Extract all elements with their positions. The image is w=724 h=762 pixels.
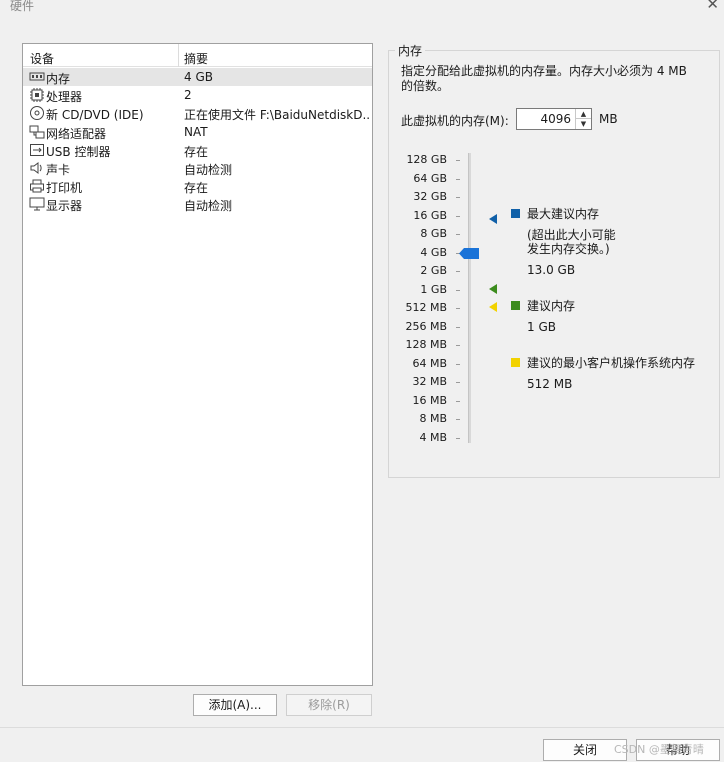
device-summary: 存在 <box>184 144 209 159</box>
scale-tick-label: 512 MB <box>405 301 447 314</box>
scale-tick-label: 8 GB <box>420 227 447 240</box>
device-row-memory[interactable]: 内存 4 GB <box>23 68 372 87</box>
device-name: 内存 <box>46 72 71 86</box>
minimum-marker-icon <box>489 302 497 312</box>
recommended-marker-icon <box>489 284 497 294</box>
column-header-summary[interactable]: 摘要 <box>184 50 208 67</box>
device-row-usb[interactable]: USB 控制器 存在 <box>23 141 372 159</box>
max-legend-swatch-icon <box>511 209 520 218</box>
printer-icon <box>30 179 44 193</box>
monitor-icon <box>29 197 45 211</box>
minimum-legend-title: 建议的最小客户机操作系统内存 <box>527 356 696 370</box>
device-row-cpu[interactable]: 处理器 2 <box>23 86 372 104</box>
scale-tick-mark <box>456 215 460 217</box>
scale-tick-label: 4 GB <box>420 245 447 259</box>
scale-tick-mark <box>456 160 460 161</box>
device-summary: 存在 <box>184 181 209 196</box>
memory-value[interactable]: 4096 <box>540 112 571 126</box>
scale-tick-mark <box>456 400 460 402</box>
add-button[interactable]: 添加(A)... <box>193 694 277 716</box>
device-summary: 自动检测 <box>184 199 233 214</box>
scale-tick-mark <box>456 382 460 383</box>
column-header-device[interactable]: 设备 <box>30 50 54 67</box>
cd-icon <box>30 106 44 121</box>
memory-group-title: 内存 <box>395 42 426 59</box>
max-legend-note: (超出此大小可能 <box>527 228 616 242</box>
scale-tick-mark <box>456 437 460 439</box>
memory-icon <box>29 72 45 81</box>
scale-tick-mark <box>456 308 460 309</box>
scale-tick-label: 16 MB <box>412 393 447 407</box>
scale-tick-label: 32 GB <box>413 190 447 203</box>
recommended-legend-title: 建议内存 <box>527 299 576 313</box>
remove-button[interactable]: 移除(R) <box>286 694 372 716</box>
scale-tick-mark <box>456 271 460 272</box>
close-icon[interactable]: ✕ <box>706 0 719 13</box>
scale-tick-label: 4 MB <box>419 430 447 444</box>
device-name: 网络适配器 <box>46 126 107 141</box>
max-legend-title: 最大建议内存 <box>527 207 600 221</box>
device-list: 设备 摘要 内存 4 GB 处理器 2 新 CD/DVD (IDE) 正在使用文… <box>22 43 373 686</box>
device-name: 声卡 <box>46 162 71 177</box>
device-list-header: 设备 摘要 <box>23 44 372 67</box>
scale-tick-mark <box>456 234 460 235</box>
scale-tick-label: 16 GB <box>413 208 447 222</box>
scale-tick-label: 64 MB <box>412 356 447 370</box>
memory-slider-thumb[interactable] <box>459 248 479 259</box>
memory-unit: MB <box>599 112 618 126</box>
cpu-icon <box>30 88 44 103</box>
scale-tick-mark <box>456 178 460 180</box>
scale-tick-label: 128 GB <box>406 153 447 166</box>
device-summary: 2 <box>184 88 192 103</box>
scale-tick-mark <box>456 326 460 328</box>
scale-tick-label: 8 MB <box>419 412 447 425</box>
device-row-display[interactable]: 显示器 自动检测 <box>23 195 372 213</box>
scale-tick-mark <box>456 197 460 198</box>
network-icon <box>29 125 45 139</box>
memory-spinbox[interactable]: 4096 ▲ ▼ <box>516 108 592 130</box>
device-name: 处理器 <box>46 90 83 105</box>
device-name: 显示器 <box>46 199 83 214</box>
memory-slider-track[interactable] <box>468 153 471 443</box>
device-name: USB 控制器 <box>46 144 111 159</box>
memory-description: 指定分配给此虚拟机的内存量。内存大小必须为 4 MB 的倍数。 <box>401 64 687 93</box>
device-summary: NAT <box>184 124 208 139</box>
scale-tick-label: 2 GB <box>420 264 447 277</box>
max-recommended-marker-icon <box>489 214 497 224</box>
max-legend-value: 13.0 GB <box>527 263 576 277</box>
scale-tick-mark <box>456 363 460 365</box>
usb-icon <box>30 143 44 156</box>
max-legend-note: 发生内存交换。) <box>527 242 610 256</box>
scale-tick-mark <box>456 419 460 420</box>
device-name: 新 CD/DVD (IDE) <box>46 108 144 123</box>
device-row-printer[interactable]: 打印机 存在 <box>23 177 372 195</box>
minimum-legend-swatch-icon <box>511 358 520 367</box>
scale-tick-label: 256 MB <box>405 319 447 333</box>
device-summary: 自动检测 <box>184 162 233 177</box>
scale-tick-label: 128 MB <box>405 338 447 351</box>
device-row-network[interactable]: 网络适配器 NAT <box>23 123 372 141</box>
window-title: 硬件 <box>10 0 35 13</box>
scale-tick-mark <box>456 345 460 346</box>
column-separator[interactable] <box>178 44 179 67</box>
device-name: 打印机 <box>46 181 83 196</box>
device-summary: 4 GB <box>184 70 213 84</box>
spin-up-arrow-icon[interactable]: ▲ <box>575 109 591 119</box>
footer-divider <box>0 727 724 728</box>
scale-tick-label: 1 GB <box>420 282 447 296</box>
scale-tick-mark <box>456 289 460 291</box>
minimum-legend-value: 512 MB <box>527 377 573 391</box>
spin-down-arrow-icon[interactable]: ▼ <box>575 119 591 129</box>
recommended-legend-swatch-icon <box>511 301 520 310</box>
memory-field-label: 此虚拟机的内存(M): <box>401 114 509 128</box>
recommended-legend-value: 1 GB <box>527 320 556 334</box>
device-summary: 正在使用文件 F:\BaiduNetdiskD... <box>184 108 369 123</box>
device-row-sound[interactable]: 声卡 自动检测 <box>23 159 372 177</box>
device-row-cd-dvd[interactable]: 新 CD/DVD (IDE) 正在使用文件 F:\BaiduNetdiskD..… <box>23 104 372 122</box>
scale-tick-label: 32 MB <box>412 375 447 388</box>
scale-tick-label: 64 GB <box>413 171 447 185</box>
speaker-icon <box>30 161 42 174</box>
watermark: CSDN @墨舞青晴 <box>614 743 704 756</box>
